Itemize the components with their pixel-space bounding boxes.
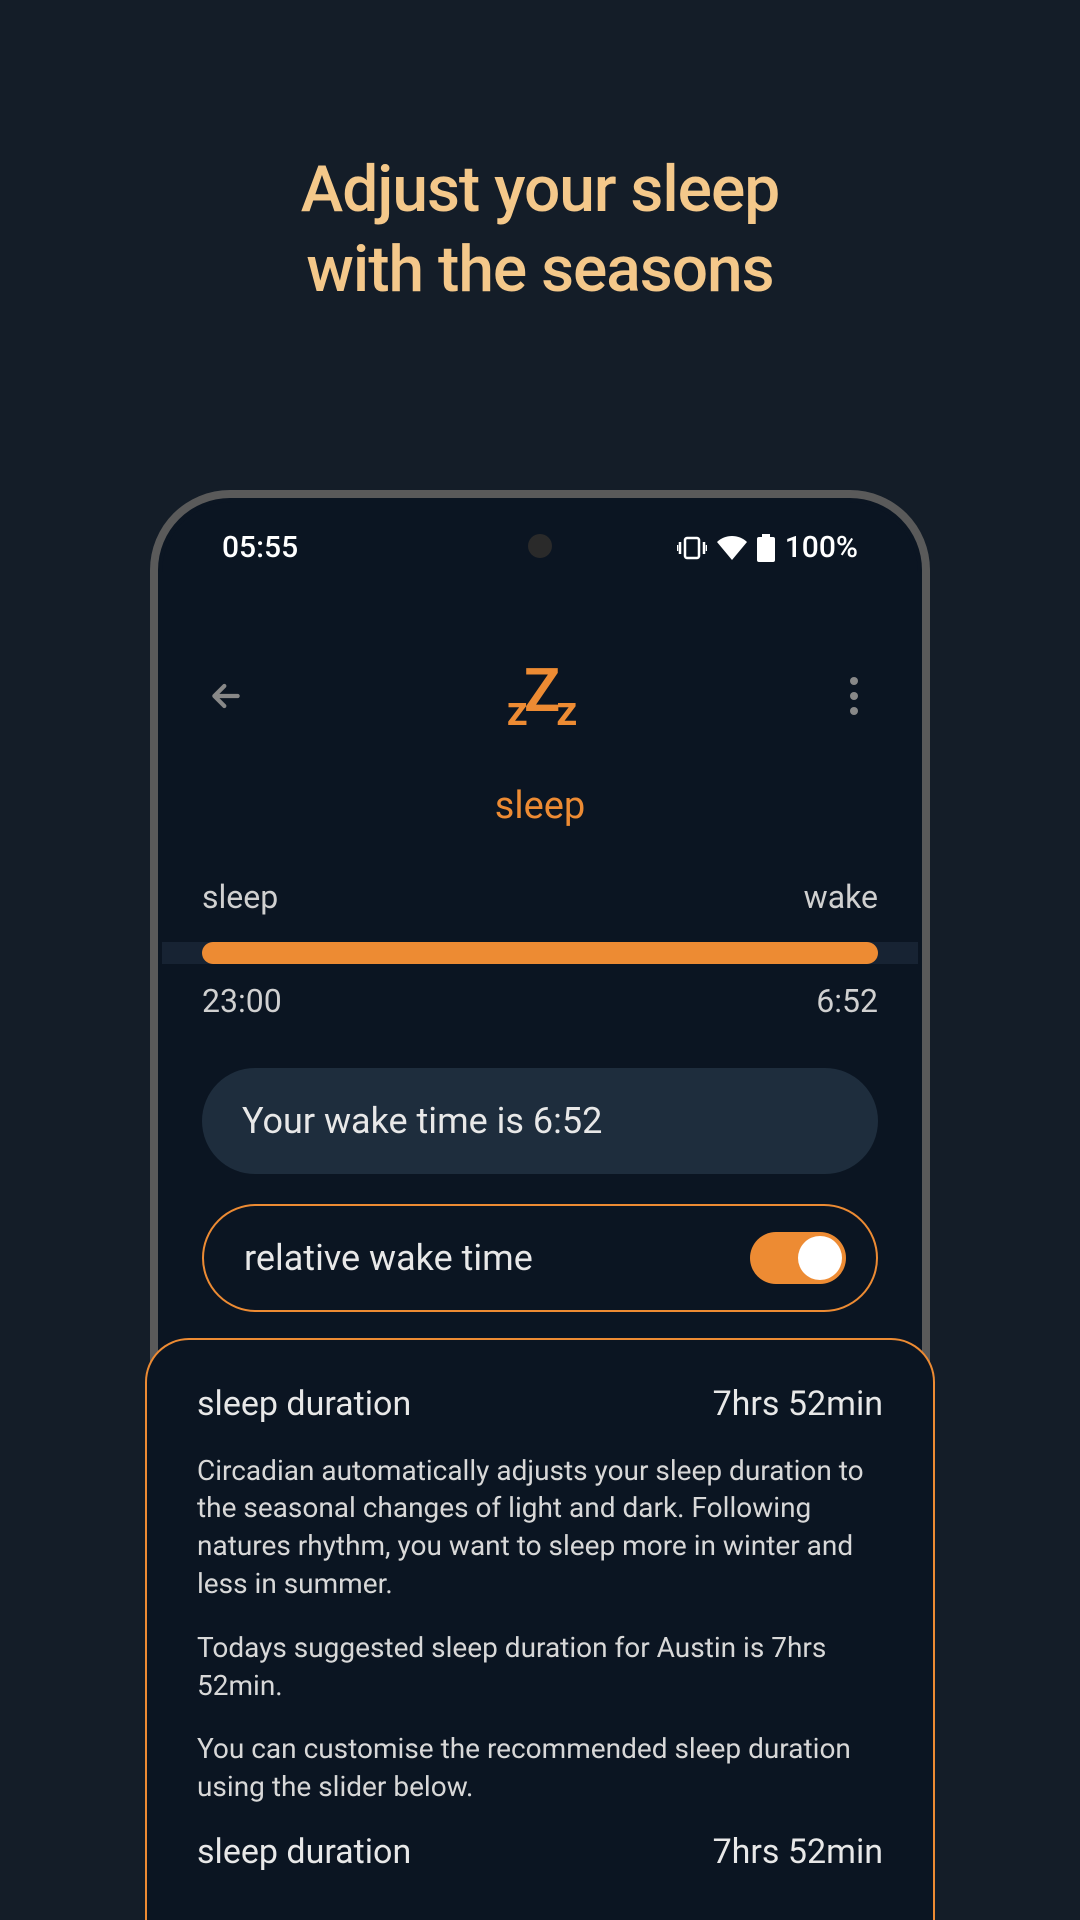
duration-label-2: sleep duration xyxy=(197,1832,411,1872)
relative-wake-row[interactable]: relative wake time xyxy=(202,1204,878,1312)
duration-row: sleep duration 7hrs 52min xyxy=(197,1384,883,1424)
more-menu-button[interactable] xyxy=(830,672,878,720)
page-title: sleep xyxy=(162,784,918,828)
toggle-knob xyxy=(798,1236,842,1280)
wake-time-text: Your wake time is 6:52 xyxy=(242,1100,602,1142)
relative-wake-label: relative wake time xyxy=(244,1237,533,1279)
info-paragraph-1: Circadian automatically adjusts your sle… xyxy=(197,1452,883,1603)
info-paragraph-3: You can customise the recommended sleep … xyxy=(197,1730,883,1806)
timeline-label-sleep: sleep xyxy=(202,878,278,916)
duration-value-2: 7hrs 52min xyxy=(713,1832,883,1872)
duration-value: 7hrs 52min xyxy=(713,1384,883,1424)
timeline-label-wake: wake xyxy=(804,878,878,916)
wake-time: 6:52 xyxy=(816,982,878,1020)
status-right: 100% xyxy=(677,530,858,565)
headline-line-2: with the seasons xyxy=(0,230,1080,310)
relative-wake-toggle[interactable] xyxy=(750,1232,846,1284)
duration-label: sleep duration xyxy=(197,1384,411,1424)
camera-cutout xyxy=(528,534,552,558)
status-time: 05:55 xyxy=(222,530,298,565)
vibrate-icon xyxy=(677,535,707,561)
timeline-track xyxy=(162,942,918,964)
sleep-timeline: sleep wake 23:00 6:52 xyxy=(162,828,918,1020)
wake-time-chip: Your wake time is 6:52 xyxy=(202,1068,878,1174)
back-button[interactable] xyxy=(202,672,250,720)
battery-percent: 100% xyxy=(785,530,858,565)
headline-line-1: Adjust your sleep xyxy=(0,150,1080,230)
battery-icon xyxy=(757,534,775,562)
info-panel: sleep duration 7hrs 52min Circadian auto… xyxy=(145,1338,935,1920)
zzz-icon: zZz xyxy=(507,655,574,736)
wifi-icon xyxy=(717,536,747,560)
promo-headline: Adjust your sleep with the seasons xyxy=(0,0,1080,310)
sleep-time: 23:00 xyxy=(202,982,282,1020)
timeline-bar[interactable] xyxy=(202,942,878,964)
duration-row-2: sleep duration 7hrs 52min xyxy=(197,1832,883,1872)
info-paragraph-2: Todays suggested sleep duration for Aust… xyxy=(197,1629,883,1705)
app-header: zZz xyxy=(162,565,918,756)
